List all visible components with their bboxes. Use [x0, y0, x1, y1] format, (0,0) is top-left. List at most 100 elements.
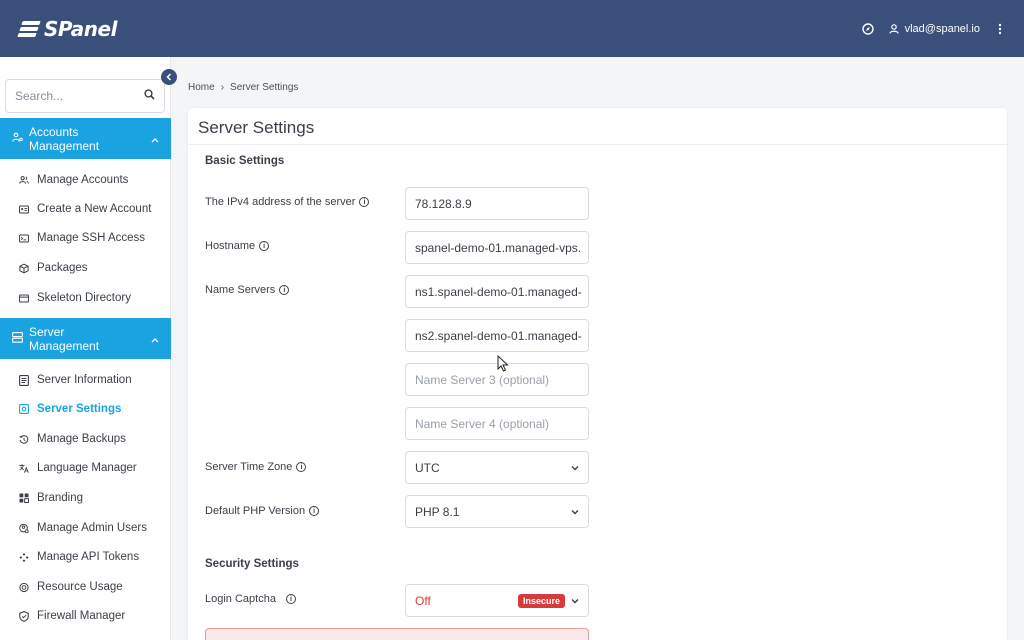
mouse-cursor-icon: [497, 354, 509, 375]
info-icon[interactable]: i: [259, 241, 270, 251]
sidebar-item-label: Create a New Account: [37, 203, 152, 215]
sidebar-item-label: Manage Admin Users: [37, 522, 147, 534]
basic-settings-heading: Basic Settings: [205, 155, 285, 167]
sidebar-item-manage-backups[interactable]: Manage Backups: [0, 425, 171, 453]
sidebar-item-label: Manage Backups: [37, 433, 126, 445]
sidebar-item-manage-admin-users[interactable]: Manage Admin Users: [0, 514, 171, 542]
timezone-select[interactable]: UTC: [405, 451, 589, 484]
sidebar-item-server-information[interactable]: Server Information: [0, 366, 171, 394]
timezone-label-text: Server Time Zone: [205, 461, 293, 473]
spanel-logo[interactable]: SPanel: [17, 16, 117, 41]
gauge-icon: [19, 582, 29, 592]
breadcrumb: Home › Server Settings: [188, 82, 298, 93]
ipv4-label: The IPv4 address of the server i: [205, 196, 370, 208]
sidebar-item-label: Manage API Tokens: [37, 551, 140, 563]
sidebar-item-create-account[interactable]: Create a New Account: [0, 195, 171, 223]
login-captcha-label: Login Captcha i: [205, 593, 296, 605]
sidebar-item-label: Manage Accounts: [37, 174, 129, 186]
ns1-value: ns1.spanel-demo-01.managed-: [415, 284, 582, 299]
search-input[interactable]: [15, 89, 135, 103]
security-settings-heading: Security Settings: [205, 558, 299, 570]
api-icon: [19, 552, 29, 562]
section-accounts-management[interactable]: Accounts Management: [0, 118, 171, 159]
hostname-field[interactable]: spanel-demo-01.managed-vps.: [405, 231, 589, 264]
history-icon: [19, 434, 29, 444]
sidebar-item-ssh-access[interactable]: Manage SSH Access: [0, 224, 171, 252]
chevron-left-icon: [166, 73, 172, 81]
sidebar-item-skeleton-directory[interactable]: Skeleton Directory: [0, 284, 171, 312]
ipv4-label-text: The IPv4 address of the server: [205, 196, 356, 208]
name-servers-label: Name Servers i: [205, 284, 290, 296]
search-icon[interactable]: [144, 89, 155, 103]
sidebar-search[interactable]: [5, 79, 165, 113]
timezone-label: Server Time Zone i: [205, 461, 307, 473]
sidebar-item-server-settings[interactable]: Server Settings: [0, 395, 171, 423]
chevron-down-icon: [571, 596, 579, 606]
folder-icon: [19, 293, 29, 303]
section-server-management[interactable]: Server Management: [0, 318, 171, 359]
sidebar-item-label: Packages: [37, 262, 88, 274]
sidebar-item-label: Server Settings: [37, 403, 122, 415]
sidebar-item-firewall-manager[interactable]: Firewall Manager: [0, 602, 171, 630]
chevron-down-icon: [571, 463, 579, 473]
user-menu[interactable]: vlad@spanel.io: [888, 23, 980, 35]
page-title: Server Settings: [198, 118, 315, 137]
php-version-value: PHP 8.1: [415, 504, 460, 519]
info-icon[interactable]: i: [309, 506, 320, 516]
server-icon: [12, 331, 23, 346]
id-card-icon: [19, 204, 29, 214]
security-warning-alert: [205, 628, 589, 640]
users-cog-icon: [12, 132, 23, 146]
sidebar-item-label: Manage SSH Access: [37, 232, 146, 244]
info-icon[interactable]: i: [296, 462, 307, 472]
login-captcha-label-text: Login Captcha: [205, 593, 276, 605]
chevron-up-icon: [151, 132, 159, 146]
logo-text: SPanel: [44, 16, 117, 41]
name-server-4-field[interactable]: [405, 407, 589, 440]
users-icon: [19, 175, 29, 185]
breadcrumb-home[interactable]: Home: [188, 82, 215, 93]
php-version-label-text: Default PHP Version: [205, 505, 306, 517]
info-icon[interactable]: i: [279, 285, 290, 295]
login-captcha-select[interactable]: Off Insecure: [405, 584, 589, 617]
php-version-select[interactable]: PHP 8.1: [405, 495, 589, 528]
sidebar-item-manage-api-tokens[interactable]: Manage API Tokens: [0, 543, 171, 571]
more-vertical-icon[interactable]: [994, 23, 1006, 35]
ipv4-field[interactable]: 78.128.8.9: [405, 187, 589, 220]
name-server-2-field[interactable]: ns2.spanel-demo-01.managed-: [405, 319, 589, 352]
hostname-value: spanel-demo-01.managed-vps.: [415, 240, 582, 255]
sidebar-item-label: Skeleton Directory: [37, 292, 131, 304]
name-servers-label-text: Name Servers: [205, 284, 276, 296]
compass-icon[interactable]: [861, 22, 874, 35]
sidebar-item-manage-accounts[interactable]: Manage Accounts: [0, 166, 171, 194]
info-icon[interactable]: i: [285, 594, 296, 604]
translate-icon: [19, 463, 29, 473]
sidebar-item-resource-usage[interactable]: Resource Usage: [0, 573, 171, 601]
name-server-1-field[interactable]: ns1.spanel-demo-01.managed-: [405, 275, 589, 308]
login-captcha-value: Off: [415, 593, 431, 608]
sidebar-item-label: Server Information: [37, 374, 132, 386]
sidebar-item-language-manager[interactable]: Language Manager: [0, 454, 171, 482]
sidebar: Accounts Management Manage Accounts Crea…: [0, 57, 171, 640]
name-server-4-input[interactable]: [415, 416, 579, 431]
sidebar-collapse-button[interactable]: [161, 69, 177, 85]
ns2-value: ns2.spanel-demo-01.managed-: [415, 328, 582, 343]
insecure-badge: Insecure: [517, 593, 565, 608]
sidebar-item-branding[interactable]: Branding: [0, 484, 171, 512]
section-label: Server Management: [29, 324, 100, 353]
user-email: vlad@spanel.io: [904, 22, 980, 35]
breadcrumb-current: Server Settings: [230, 82, 299, 93]
sidebar-item-label: Firewall Manager: [37, 610, 126, 622]
php-version-label: Default PHP Version i: [205, 505, 320, 517]
section-label: Accounts Management: [29, 124, 100, 153]
top-bar: SPanel vlad@spanel.io: [0, 0, 1024, 57]
hostname-label-text: Hostname: [205, 240, 256, 252]
chevron-up-icon: [151, 332, 159, 346]
info-icon[interactable]: i: [359, 197, 370, 207]
sidebar-item-label: Language Manager: [37, 462, 137, 474]
sidebar-item-packages[interactable]: Packages: [0, 254, 171, 282]
timezone-value: UTC: [415, 460, 440, 475]
ipv4-value: 78.128.8.9: [415, 196, 472, 211]
branding-icon: [19, 493, 29, 503]
hostname-label: Hostname i: [205, 240, 270, 252]
